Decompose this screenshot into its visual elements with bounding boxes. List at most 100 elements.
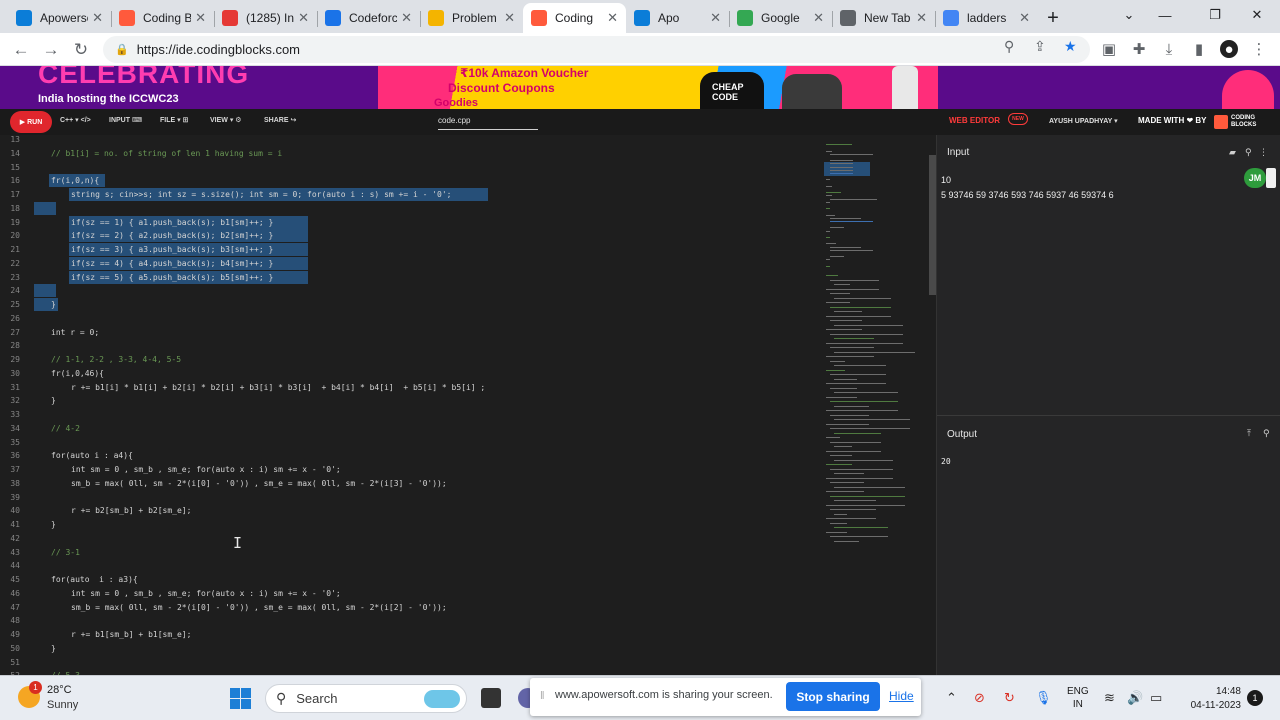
code-comment[interactable]: // 1-1, 2-2 , 3-3, 4-4, 5-5 (51, 355, 181, 364)
taskbar-search-input[interactable]: ⚲ Search (265, 684, 467, 713)
code-line[interactable]: int sm = 0 , sm_b , sm_e; for(auto x : i… (71, 465, 341, 474)
input-language[interactable]: ENG IN (1067, 685, 1089, 711)
file-menu[interactable]: FILE ▾ ⊞ (160, 116, 188, 124)
code-line[interactable]: } (51, 644, 56, 653)
browser-tab[interactable]: Codeforces✕ (317, 3, 420, 33)
tab-close-icon[interactable]: ✕ (401, 10, 412, 26)
close-window-icon[interactable]: ✕ (1234, 0, 1280, 30)
browser-tab[interactable]: Coding ✕ (523, 3, 626, 33)
tab-close-icon[interactable]: ✕ (195, 10, 206, 26)
tab-close-icon[interactable]: ✕ (607, 10, 618, 26)
browser-tab[interactable]: Problem ✕ (420, 3, 523, 33)
extensions-puzzle-icon[interactable]: ✚ (1130, 40, 1148, 58)
tab-close-icon[interactable]: ✕ (504, 10, 515, 26)
code-line[interactable]: r += b1[sm_b] + b1[sm_e]; (71, 630, 191, 639)
profile-avatar-icon[interactable]: ● (1220, 40, 1238, 58)
input-line-1[interactable]: 10 (941, 175, 951, 185)
code-line[interactable]: fr(i,0,n){ (51, 176, 99, 185)
microphone-icon[interactable]: 🎙 (1035, 690, 1052, 706)
browser-tab[interactable]: Apo ✕ (626, 3, 729, 33)
browser-tab[interactable]: Google ✕ (729, 3, 832, 33)
forward-icon[interactable]: → (38, 37, 64, 63)
new-tab-button[interactable]: + (1038, 3, 1068, 33)
weather-temperature[interactable]: 28°C (47, 684, 72, 696)
reload-icon[interactable]: ↻ (68, 37, 94, 63)
side-panel-icon[interactable]: ▮ (1190, 40, 1208, 58)
code-line[interactable]: sm_b = max( 0ll, sm - 2*(i[0] - '0')) , … (71, 603, 447, 612)
code-line[interactable]: for(auto i : a3){ (51, 575, 138, 584)
editor-scrollbar[interactable] (929, 155, 936, 295)
share-menu[interactable]: SHARE ↪ (264, 116, 296, 124)
tab-close-icon[interactable]: ✕ (92, 10, 103, 26)
hide-link[interactable]: Hide (889, 689, 914, 703)
tab-close-icon[interactable]: ✕ (916, 10, 927, 26)
tab-close-icon[interactable]: ✕ (710, 10, 721, 26)
wifi-icon[interactable]: ≋ (1104, 690, 1115, 706)
code-line[interactable]: if(sz == 2) { a2.push_back(s); b2[sm]++;… (71, 231, 273, 240)
zoom-icon[interactable]: ⚲ (1004, 38, 1014, 55)
minimap[interactable] (822, 135, 928, 675)
coding-blocks-logo[interactable]: CODING BLOCKS (1214, 113, 1270, 131)
weather-condition[interactable]: Sunny (47, 699, 78, 711)
attach-icon[interactable]: ⚲ (1245, 147, 1252, 158)
code-line[interactable]: for(auto i : a4){ (51, 451, 133, 460)
code-line[interactable]: string s; cin>>s; int sz = s.size(); int… (71, 190, 452, 199)
tab-close-icon[interactable]: ✕ (298, 10, 309, 26)
code-line[interactable]: r += b1[i] * b1[i] + b2[i] * b2[i] + b3[… (71, 383, 485, 392)
code-comment[interactable]: // 3-1 (51, 548, 80, 557)
input-more-icon[interactable]: ⋮ (1259, 147, 1268, 158)
browser-tab[interactable]: Apowersoft ✕ (8, 3, 111, 33)
share-page-icon[interactable]: ⇪ (1034, 38, 1046, 55)
code-line[interactable]: if(sz == 1) { a1.push_back(s); b1[sm]++;… (71, 218, 273, 227)
code-comment[interactable]: // 4-2 (51, 424, 80, 433)
minimize-icon[interactable]: — (1142, 0, 1188, 30)
open-file-icon[interactable]: ▰ (1229, 147, 1236, 158)
tray-app-icon-2[interactable]: ↻ (1004, 690, 1015, 706)
output-download-icon[interactable]: ⤒ (1247, 428, 1251, 439)
battery-icon[interactable]: ▭ (1150, 690, 1162, 706)
code-line[interactable]: if(sz == 4) { a4.push_back(s); b4[sm]++;… (71, 259, 273, 268)
user-menu[interactable]: AYUSH UPADHYAY ▾ (1049, 117, 1118, 125)
bookmark-star-icon[interactable]: ★ (1064, 38, 1077, 55)
code-line[interactable]: fr(i,0,46){ (51, 369, 104, 378)
back-icon[interactable]: ← (8, 37, 34, 63)
tray-app-icon-1[interactable]: ⊘ (974, 690, 985, 706)
code-line[interactable]: } (51, 300, 56, 309)
browser-tab[interactable]: New Tab ✕ (832, 3, 935, 33)
start-windows-icon[interactable] (230, 688, 251, 709)
tab-close-icon[interactable]: ✕ (813, 10, 824, 26)
tab-close-icon[interactable]: ✕ (1019, 10, 1030, 26)
code-editor[interactable]: 13 14 15 16 17 18 19 20 21 22 23 24 25 26 27 28 29 30 31 32… (0, 135, 930, 675)
browser-tab[interactable]: (1285) In ✕ (214, 3, 317, 33)
code-line[interactable]: if(sz == 3) { a3.push_back(s); b3[sm]++;… (71, 245, 273, 254)
avatar[interactable]: JM (1244, 168, 1266, 188)
code-comment[interactable]: // b1[i] = no. of string of len 1 having… (51, 149, 282, 158)
input-menu[interactable]: INPUT ⌨ (109, 116, 142, 124)
language-menu[interactable]: C++ ▾ </> (60, 116, 91, 124)
promo-banner[interactable]: CELEBRATING India hosting the ICCWC23 ₹1… (0, 66, 1280, 109)
input-line-2[interactable]: 5 93746 59 3746 593 746 5937 46 59374 6 (941, 190, 1114, 200)
stop-sharing-button[interactable]: Stop sharing (786, 682, 880, 711)
download-icon[interactable]: ⤓ (1160, 40, 1178, 58)
code-line[interactable]: sm_b = max( 0ll, sm - 2*(i[0] - '0')) , … (71, 479, 447, 488)
browser-tab[interactable]: ladders ✕ (935, 3, 1038, 33)
side-tab-handle[interactable] (1266, 168, 1276, 188)
browser-menu-icon[interactable]: ⋮ (1250, 40, 1268, 58)
extension-app-icon[interactable]: ▣ (1100, 40, 1118, 58)
filename-field[interactable]: code.cpp (438, 114, 538, 130)
clock[interactable]: 14:48 04-11-2023 (1181, 685, 1241, 713)
view-menu[interactable]: VIEW ▾ ⚙ (210, 116, 242, 124)
volume-icon[interactable]: 🔊 (1127, 690, 1143, 706)
lock-icon[interactable]: 🔒 (115, 43, 129, 56)
drag-handle-icon[interactable]: ‖ (540, 690, 545, 702)
code-line[interactable]: } (51, 396, 56, 405)
output-copy-icon[interactable]: ⚲ (1263, 428, 1270, 439)
run-button[interactable]: ▶ RUN (10, 111, 52, 133)
show-hidden-icons-icon[interactable]: ⌃ (946, 690, 957, 706)
code-line[interactable]: int r = 0; (51, 328, 99, 337)
task-view-icon[interactable] (481, 688, 501, 708)
restore-icon[interactable]: ❐ (1192, 0, 1238, 30)
code-line[interactable]: } (51, 520, 56, 529)
address-bar[interactable]: 🔒 https://ide.codingblocks.com (103, 36, 1090, 63)
notification-badge[interactable]: 1 (1247, 690, 1263, 706)
